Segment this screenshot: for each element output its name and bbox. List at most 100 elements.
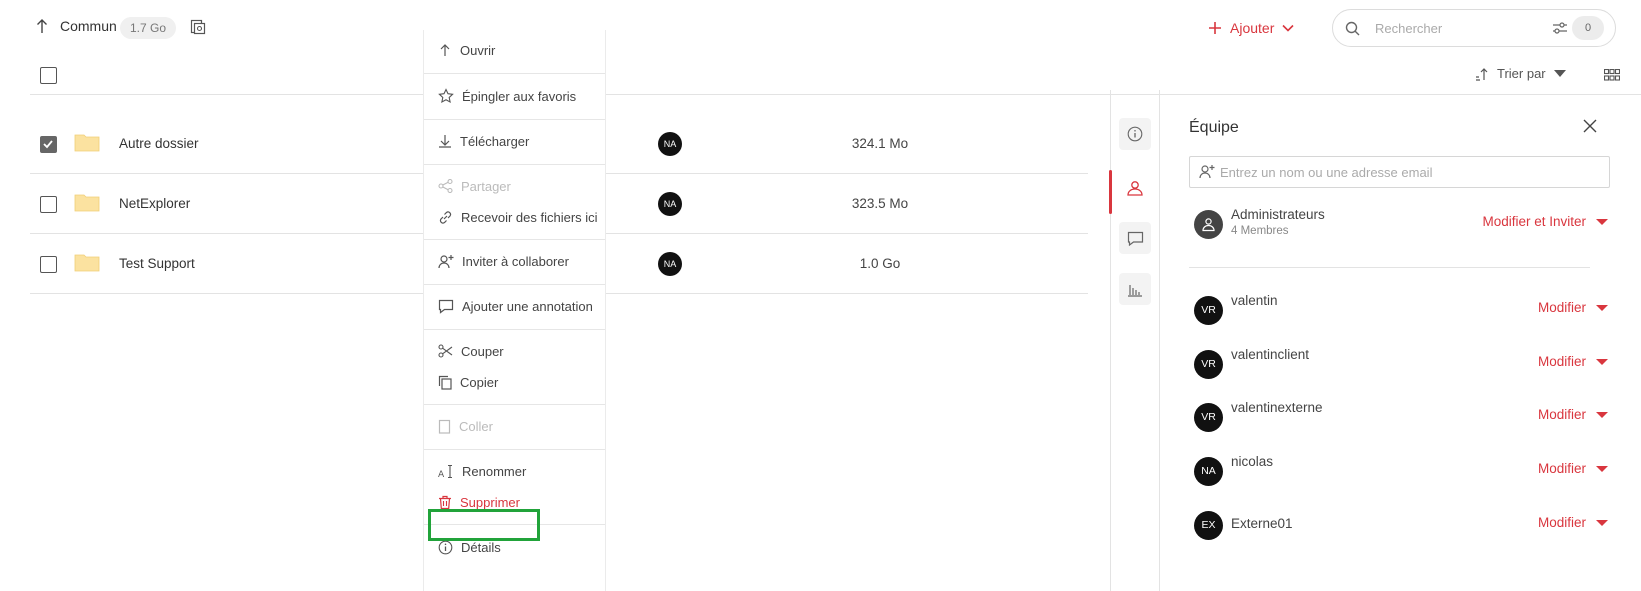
menu-divider bbox=[424, 73, 605, 74]
menu-item-receive-files[interactable]: Recevoir des fichiers ici bbox=[424, 204, 605, 230]
menu-divider bbox=[424, 329, 605, 330]
row-checkbox[interactable] bbox=[40, 196, 57, 213]
caret-down-icon bbox=[1596, 218, 1608, 225]
caret-down-icon bbox=[1596, 465, 1608, 472]
add-user-icon bbox=[438, 254, 454, 269]
permission-dropdown[interactable]: Modifier bbox=[1538, 515, 1608, 530]
member-name: valentinclient bbox=[1231, 347, 1310, 362]
menu-item-label: Épingler aux favoris bbox=[462, 88, 577, 104]
menu-item-label: Supprimer bbox=[460, 494, 520, 510]
folder-icon bbox=[74, 252, 100, 272]
menu-item-label: Coller bbox=[459, 418, 493, 434]
menu-item-cut[interactable]: Couper bbox=[424, 338, 605, 364]
menu-divider bbox=[424, 284, 605, 285]
member-avatar: VR bbox=[1194, 296, 1223, 325]
tab-info[interactable] bbox=[1119, 118, 1151, 150]
group-row: Administrateurs 4 Membres Modifier et In… bbox=[1189, 204, 1610, 244]
invite-user-field[interactable]: Entrez un nom ou une adresse email bbox=[1189, 156, 1610, 188]
filter-count-badge[interactable]: 0 bbox=[1572, 16, 1604, 40]
menu-item-rename[interactable]: A Renommer bbox=[424, 458, 605, 484]
clipboard-icon bbox=[438, 419, 451, 434]
menu-divider bbox=[424, 119, 605, 120]
file-name[interactable]: NetExplorer bbox=[119, 196, 190, 211]
permission-label: Modifier bbox=[1537, 407, 1586, 422]
trash-icon bbox=[438, 495, 452, 510]
select-all-checkbox[interactable] bbox=[40, 67, 57, 84]
add-button[interactable]: Ajouter bbox=[1208, 15, 1294, 41]
sort-button[interactable]: Trier par bbox=[1475, 66, 1566, 81]
menu-divider bbox=[424, 164, 605, 165]
team-panel: Équipe Entrez un nom ou une adresse emai… bbox=[1160, 90, 1641, 591]
close-icon[interactable] bbox=[1583, 119, 1597, 133]
member-row: NA nicolas Modifier bbox=[1189, 451, 1610, 491]
highlight-box bbox=[428, 509, 540, 541]
breadcrumb-label[interactable]: Commun bbox=[60, 18, 117, 34]
file-size: 323.5 Mo bbox=[851, 196, 909, 211]
menu-item-label: Recevoir des fichiers ici bbox=[461, 209, 598, 225]
file-name[interactable]: Test Support bbox=[119, 256, 195, 271]
active-tab-indicator bbox=[1109, 170, 1112, 214]
info-icon bbox=[1127, 126, 1143, 142]
member-row: VR valentin Modifier bbox=[1189, 290, 1610, 330]
tab-team[interactable] bbox=[1119, 172, 1151, 204]
menu-item-open[interactable]: Ouvrir bbox=[424, 37, 605, 63]
member-row: VR valentinclient Modifier bbox=[1189, 344, 1610, 384]
permission-label: Modifier bbox=[1537, 515, 1586, 530]
row-checkbox[interactable] bbox=[40, 256, 57, 273]
owner-avatar: NA bbox=[658, 252, 682, 276]
filter-sliders-icon[interactable] bbox=[1552, 21, 1568, 35]
group-name: Administrateurs bbox=[1231, 207, 1325, 222]
permission-dropdown[interactable]: Modifier bbox=[1538, 461, 1608, 476]
top-bar: Commun 1.7 Go Ajouter Rechercher 0 bbox=[0, 0, 1641, 56]
svg-text:A: A bbox=[438, 470, 445, 479]
team-icon bbox=[1126, 180, 1144, 196]
context-menu: Ouvrir Épingler aux favoris Télécharger … bbox=[423, 30, 606, 591]
member-avatar: NA bbox=[1194, 457, 1223, 486]
menu-item-share[interactable]: Partager bbox=[424, 173, 605, 199]
search-box[interactable]: Rechercher 0 bbox=[1332, 9, 1616, 47]
menu-item-pin[interactable]: Épingler aux favoris bbox=[424, 83, 605, 109]
caret-down-icon bbox=[1553, 70, 1566, 77]
info-icon bbox=[438, 540, 453, 555]
menu-item-label: Ajouter une annotation bbox=[462, 298, 593, 314]
permission-dropdown[interactable]: Modifier bbox=[1538, 300, 1608, 315]
member-name: valentinexterne bbox=[1231, 400, 1323, 415]
tab-comments[interactable] bbox=[1119, 222, 1151, 254]
menu-item-invite[interactable]: Inviter à collaborer bbox=[424, 248, 605, 274]
sort-label: Trier par bbox=[1497, 66, 1546, 81]
group-avatar bbox=[1194, 210, 1223, 239]
panel-title: Équipe bbox=[1189, 119, 1239, 136]
side-panel-rail bbox=[1109, 90, 1160, 591]
comment-icon bbox=[1127, 231, 1144, 246]
chevron-down-icon bbox=[1282, 24, 1294, 32]
add-button-label: Ajouter bbox=[1230, 20, 1275, 36]
menu-item-copy[interactable]: Copier bbox=[424, 369, 605, 395]
invite-input-placeholder: Entrez un nom ou une adresse email bbox=[1220, 165, 1433, 180]
folder-settings-icon[interactable] bbox=[190, 19, 206, 35]
row-checkbox[interactable] bbox=[40, 136, 57, 153]
menu-item-download[interactable]: Télécharger bbox=[424, 128, 605, 154]
menu-item-annotate[interactable]: Ajouter une annotation bbox=[424, 293, 605, 319]
file-size: 324.1 Mo bbox=[851, 136, 909, 151]
tab-statistics[interactable] bbox=[1119, 273, 1151, 305]
permission-dropdown[interactable]: Modifier bbox=[1538, 354, 1608, 369]
search-icon bbox=[1345, 21, 1360, 36]
plus-icon bbox=[1208, 21, 1222, 35]
member-name: nicolas bbox=[1231, 454, 1274, 469]
grid-view-icon[interactable] bbox=[1604, 69, 1620, 81]
menu-divider bbox=[424, 404, 605, 405]
permission-dropdown[interactable]: Modifier bbox=[1538, 407, 1608, 422]
permission-dropdown[interactable]: Modifier et Inviter bbox=[1482, 214, 1608, 229]
menu-item-label: Renommer bbox=[462, 463, 527, 479]
share-icon bbox=[438, 179, 453, 193]
search-input[interactable]: Rechercher bbox=[1375, 21, 1442, 36]
menu-divider bbox=[424, 239, 605, 240]
link-icon bbox=[438, 210, 453, 225]
menu-item-paste[interactable]: Coller bbox=[424, 413, 605, 439]
owner-avatar: NA bbox=[658, 132, 682, 156]
file-name[interactable]: Autre dossier bbox=[119, 136, 199, 151]
copy-icon bbox=[438, 375, 452, 390]
star-icon bbox=[438, 88, 454, 104]
menu-item-label: Ouvrir bbox=[460, 42, 496, 58]
arrow-up-icon[interactable] bbox=[36, 18, 48, 34]
